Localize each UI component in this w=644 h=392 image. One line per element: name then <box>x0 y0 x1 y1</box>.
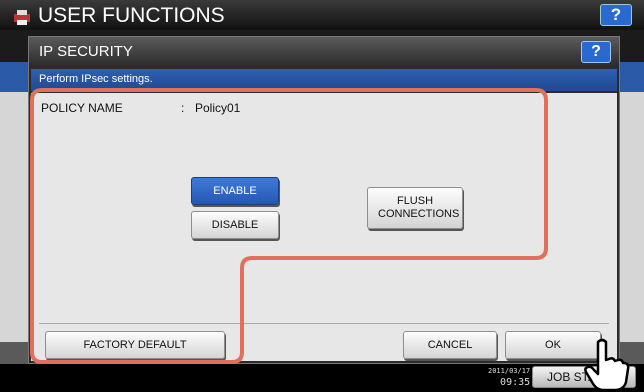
dialog-subtitle: Perform IPsec settings. <box>39 73 153 85</box>
printer-icon <box>14 10 30 25</box>
highlight-outline <box>30 88 548 364</box>
dialog-help-button[interactable]: ? <box>581 41 611 63</box>
clock: 2011/03/17 09:35 <box>488 366 530 388</box>
background-header: USER FUNCTIONS ? <box>0 0 644 30</box>
background-title: USER FUNCTIONS <box>38 4 225 27</box>
dialog-title: IP SECURITY <box>39 43 133 60</box>
clock-date: 2011/03/17 <box>488 367 531 375</box>
clock-time: 09:35 <box>500 377 531 388</box>
background-help-button[interactable]: ? <box>600 4 632 26</box>
hand-pointer-icon <box>584 338 630 392</box>
dialog-titlebar: IP SECURITY ? <box>29 37 619 67</box>
